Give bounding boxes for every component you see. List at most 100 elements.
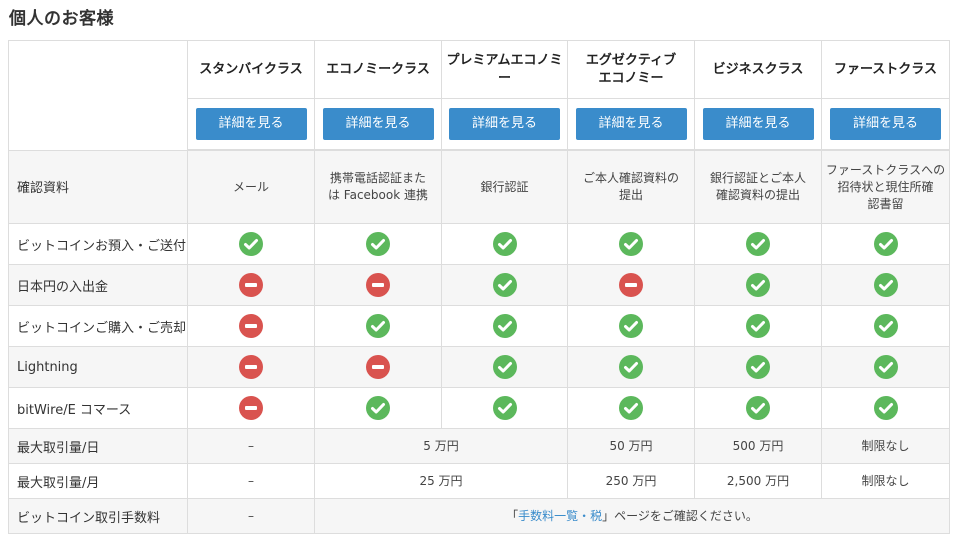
check-circle-icon (746, 396, 770, 420)
table-cell: 銀行認証 (441, 149, 568, 224)
column-header: エグゼクティブ エコノミー (567, 40, 695, 99)
check-circle-icon (873, 273, 898, 297)
table-cell (187, 346, 315, 388)
table-row: ビットコインご購入・ご売却 (8, 305, 950, 347)
table-cell (821, 264, 950, 306)
check-circle-icon (619, 396, 643, 420)
check-circle-icon (746, 273, 770, 297)
table-row: ビットコインお預入・ご送付 (8, 223, 950, 265)
no-entry-circle-icon (239, 314, 263, 338)
check-circle-icon (619, 314, 643, 338)
table-cell (567, 305, 695, 347)
table-cell: メール (187, 149, 315, 224)
check-circle-icon (492, 314, 517, 338)
details-button-executive-economy[interactable]: 詳細を見る (575, 108, 687, 140)
table-cell: – (187, 498, 315, 534)
no-entry-circle-icon (239, 355, 263, 379)
check-circle-icon (746, 314, 770, 338)
table-cell (821, 223, 950, 265)
check-circle-icon (746, 355, 770, 379)
details-button-economy[interactable]: 詳細を見る (322, 108, 434, 140)
check-circle-icon (492, 232, 517, 256)
check-circle-icon (239, 232, 263, 256)
table-cell: ファーストクラスへの 招待状と現住所確 認書留 (821, 149, 950, 224)
no-entry-circle-icon (239, 396, 263, 420)
column-header: エコノミークラス (314, 40, 442, 99)
table-corner (8, 40, 188, 151)
table-cell (441, 264, 568, 306)
table-cell (821, 305, 950, 347)
table-cell (567, 223, 695, 265)
row-label: bitWire/E コマース (8, 387, 188, 429)
table-cell (694, 346, 822, 388)
table-cell: 銀行認証とご本人 確認資料の提出 (694, 149, 822, 224)
table-cell (187, 264, 315, 306)
column-header: プレミアムエコノミー (441, 40, 568, 99)
table-cell: – (187, 428, 315, 464)
row-label: 最大取引量/月 (8, 463, 188, 499)
table-cell (441, 387, 568, 429)
class-comparison-table: スタンバイクラス エコノミークラス プレミアムエコノミー エグゼクティブ エコノミ… (8, 40, 950, 534)
table-cell (441, 223, 568, 265)
details-button-first[interactable]: 詳細を見る (830, 108, 941, 140)
table-cell (567, 264, 695, 306)
table-cell: 5 万円 (314, 428, 568, 464)
no-entry-circle-icon (366, 355, 390, 379)
table-cell: 25 万円 (314, 463, 568, 499)
table-cell (694, 223, 822, 265)
table-cell: 250 万円 (567, 463, 695, 499)
no-entry-circle-icon (366, 273, 390, 297)
details-button-business[interactable]: 詳細を見る (702, 108, 814, 140)
check-circle-icon (619, 232, 643, 256)
table-row: ビットコイン取引手数料 – 「手数料一覧・税」ページをご確認ください。 (8, 498, 950, 534)
check-circle-icon (366, 396, 390, 420)
fee-note: 「手数料一覧・税」ページをご確認ください。 (314, 498, 950, 534)
table-cell (821, 387, 950, 429)
check-circle-icon (492, 396, 517, 420)
table-row: bitWire/E コマース (8, 387, 950, 429)
row-label: ビットコインお預入・ご送付 (8, 223, 188, 265)
check-circle-icon (873, 232, 898, 256)
table-cell: 50 万円 (567, 428, 695, 464)
check-circle-icon (873, 396, 898, 420)
check-circle-icon (619, 355, 643, 379)
table-cell (821, 346, 950, 388)
table-row: 最大取引量/日 – 5 万円 50 万円 500 万円 制限なし (8, 428, 950, 464)
details-button-premium-economy[interactable]: 詳細を見る (449, 108, 560, 140)
check-circle-icon (366, 314, 390, 338)
details-button-standby[interactable]: 詳細を見る (195, 108, 307, 140)
column-header: ファーストクラス (821, 40, 950, 99)
check-circle-icon (873, 355, 898, 379)
check-circle-icon (746, 232, 770, 256)
row-label: ビットコインご購入・ご売却 (8, 305, 188, 347)
table-cell (314, 346, 442, 388)
table-row: 確認資料 メール 携帯電話認証または Facebook 連携 銀行認証 ご本人確… (8, 149, 950, 224)
table-cell (187, 223, 315, 265)
table-row: 最大取引量/月 – 25 万円 250 万円 2,500 万円 制限なし (8, 463, 950, 499)
table-cell (694, 305, 822, 347)
row-label: ビットコイン取引手数料 (8, 498, 188, 534)
table-cell: 制限なし (821, 428, 950, 464)
table-cell (567, 387, 695, 429)
table-cell: 2,500 万円 (694, 463, 822, 499)
table-cell (694, 264, 822, 306)
table-cell: 携帯電話認証または Facebook 連携 (314, 149, 442, 224)
check-circle-icon (492, 355, 517, 379)
table-cell (567, 346, 695, 388)
table-cell (314, 387, 442, 429)
table-cell (441, 346, 568, 388)
row-label: 確認資料 (8, 149, 188, 224)
row-label: 最大取引量/日 (8, 428, 188, 464)
table-cell (314, 223, 442, 265)
check-circle-icon (366, 232, 390, 256)
table-row: 日本円の入出金 (8, 264, 950, 306)
table-cell: 制限なし (821, 463, 950, 499)
fee-list-link[interactable]: 手数料一覧・税 (518, 509, 602, 523)
no-entry-circle-icon (239, 273, 263, 297)
page-title: 個人のお客様 (9, 9, 114, 29)
column-header: ビジネスクラス (694, 40, 822, 99)
table-cell (187, 387, 315, 429)
check-circle-icon (492, 273, 517, 297)
table-cell (441, 305, 568, 347)
fee-note-suffix: 」ページをご確認ください。 (602, 508, 758, 523)
